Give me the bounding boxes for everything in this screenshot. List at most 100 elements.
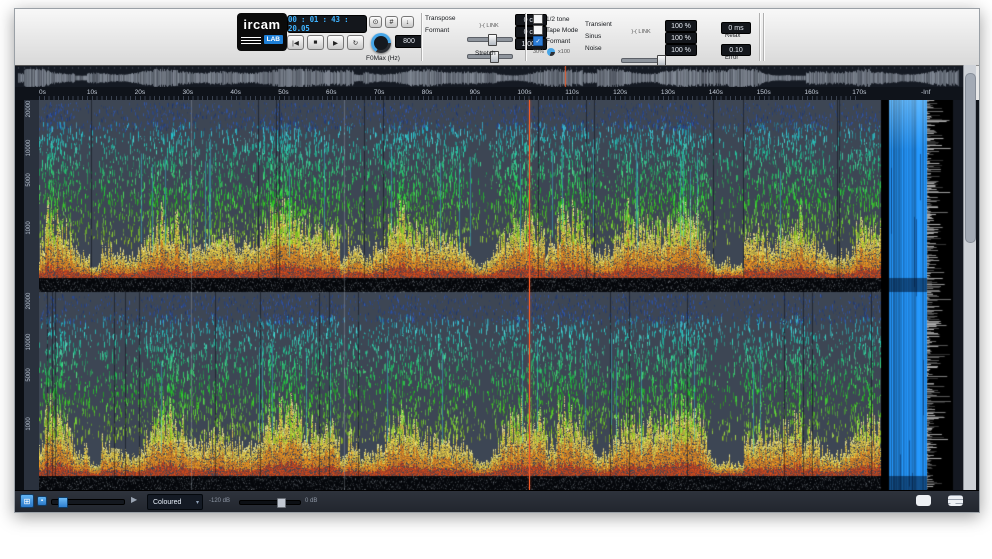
pitch-link-label[interactable]: )-( LINK (467, 23, 511, 29)
ruler-label: 50s (278, 89, 288, 96)
separator (763, 13, 764, 61)
noise-value: 100 % (665, 44, 697, 56)
ruler-label: 30s (183, 89, 193, 96)
zoom-slider-thumb[interactable] (58, 497, 68, 508)
vertical-scrollbar[interactable] (963, 65, 976, 490)
db-slider-thumb[interactable] (277, 498, 286, 508)
toolbar: ircam LAB 00 : 01 : 43 : 20.05 |◀ ■ ▶ ↻ … (15, 9, 979, 66)
freq-label: 10000 (26, 140, 32, 157)
play-button[interactable]: ▶ (327, 35, 344, 50)
ruler-label: 0s (39, 89, 46, 96)
spectrogram-canvas[interactable] (39, 100, 963, 490)
palette-selected-value: Coloured (153, 499, 196, 506)
ruler-label: 120s (613, 89, 627, 96)
sinus-label: Sinus (585, 33, 619, 40)
freq-label: 20000 (26, 101, 32, 118)
bottom-bar: ⊞ ▪ ▶ Coloured ▾ -120 dB 0 dB (15, 490, 979, 512)
ruler-label: 60s (326, 89, 336, 96)
ruler-label: 40s (230, 89, 240, 96)
frequency-axis: 20000 10000 5000 1000 20000 10000 5000 1000 (15, 100, 39, 490)
noise-label: Noise (585, 45, 619, 52)
freq-label: 10000 (26, 333, 32, 350)
separator (759, 13, 760, 61)
time-display: 00 : 01 : 43 : 20.05 (287, 15, 367, 33)
export-button[interactable]: ↓ (401, 16, 414, 28)
freq-label: 5000 (26, 368, 32, 381)
formant-mode-row[interactable]: ✓ Formant (533, 36, 570, 46)
ruler-label: 170s (852, 89, 866, 96)
ruler-label: 160s (804, 89, 818, 96)
f0max-value: 800 (395, 35, 423, 48)
logo-sub: LAB (264, 35, 283, 44)
transient-value: 100 % (665, 20, 697, 32)
zoom-reset-button[interactable]: ▪ (37, 496, 47, 506)
ruler-end-label: -Inf (921, 89, 930, 96)
horizontal-zoom-slider[interactable] (51, 499, 125, 505)
ruler-label: 130s (661, 89, 675, 96)
formant-checkbox-label: Formant (546, 38, 570, 45)
f0max-knob[interactable] (371, 33, 391, 53)
transpose-slider[interactable] (467, 37, 513, 42)
transient-slider[interactable] (621, 58, 663, 63)
chevron-down-icon: ▾ (196, 499, 199, 506)
scrollbar-thumb[interactable] (965, 73, 976, 243)
formant-checkbox[interactable]: ✓ (533, 36, 543, 46)
ruler-label: 80s (422, 89, 432, 96)
loop-button[interactable]: ↻ (347, 35, 364, 50)
relax-label: Relax (725, 33, 740, 39)
db-range-slider[interactable] (239, 500, 301, 505)
ruler-label: 110s (565, 89, 579, 96)
palette-select[interactable]: Coloured ▾ (147, 494, 203, 510)
db-min-label: -120 dB (209, 498, 230, 504)
timeline-ruler[interactable]: -Inf 0s 10s 20s 30s 40s 50s 60s 70s 80s 90s 100s 11… (15, 87, 963, 101)
half-tone-row[interactable]: 1/2 tone (533, 14, 570, 24)
separator (525, 13, 526, 61)
zoom-mode-button[interactable]: ⊞ (20, 494, 34, 508)
waveform-overview[interactable] (15, 65, 963, 88)
db-max-label: 0 dB (305, 498, 317, 504)
ruler-label: 90s (470, 89, 480, 96)
logo-stripes-decoration (241, 36, 261, 44)
remix-link-label[interactable]: )-( LINK (621, 29, 661, 35)
skip-start-button[interactable]: |◀ (287, 35, 304, 50)
freq-label: 1000 (26, 221, 32, 234)
freq-label: 20000 (26, 293, 32, 310)
ruler-label: 140s (709, 89, 723, 96)
ruler-label: 100s (517, 89, 531, 96)
overview-canvas[interactable] (15, 66, 963, 88)
stretch-range-knob[interactable] (547, 48, 555, 56)
f0max-label: F0Max (Hz) (361, 55, 405, 62)
logo-brand: ircam (237, 17, 287, 32)
half-tone-checkbox[interactable] (533, 14, 543, 24)
transpose-slider-thumb[interactable] (488, 34, 497, 46)
error-label: Error (725, 55, 738, 61)
ruler-label: 150s (757, 89, 771, 96)
ruler-label: 70s (374, 89, 384, 96)
tape-mode-row[interactable]: Tape Mode (533, 25, 578, 35)
sinus-value: 100 % (665, 32, 697, 44)
stretch-label: Stretch (475, 50, 496, 57)
spectrogram-area: 20000 10000 5000 1000 20000 10000 5000 1000 (15, 100, 979, 490)
stop-button[interactable]: ■ (307, 35, 324, 50)
transpose-label: Transpose (425, 15, 465, 22)
snap-button[interactable]: # (385, 16, 398, 28)
freq-label: 5000 (26, 173, 32, 186)
record-button[interactable]: ⊙ (369, 16, 382, 28)
playhead[interactable] (529, 100, 530, 490)
transient-label: Transient (585, 21, 619, 28)
tape-mode-checkbox[interactable] (533, 25, 543, 35)
app-window: ircam LAB 00 : 01 : 43 : 20.05 |◀ ■ ▶ ↻ … (14, 8, 980, 513)
stretch-range-row: 30% x100 (533, 48, 570, 56)
ruler-label: 20s (135, 89, 145, 96)
aux-buttons: ⊙ # ↓ (369, 16, 414, 28)
freq-label: 1000 (26, 418, 32, 431)
half-tone-label: 1/2 tone (546, 16, 570, 23)
tape-mode-label: Tape Mode (546, 27, 578, 34)
ruler-label: 10s (87, 89, 97, 96)
comment-bubble-icon[interactable] (916, 495, 931, 506)
notes-icon[interactable] (948, 495, 963, 506)
range-min-label: 30% (533, 49, 544, 55)
cursor-marker-icon[interactable]: ▶ (131, 495, 137, 504)
transport-controls: |◀ ■ ▶ ↻ (287, 35, 364, 50)
range-max-label: x100 (558, 49, 570, 55)
